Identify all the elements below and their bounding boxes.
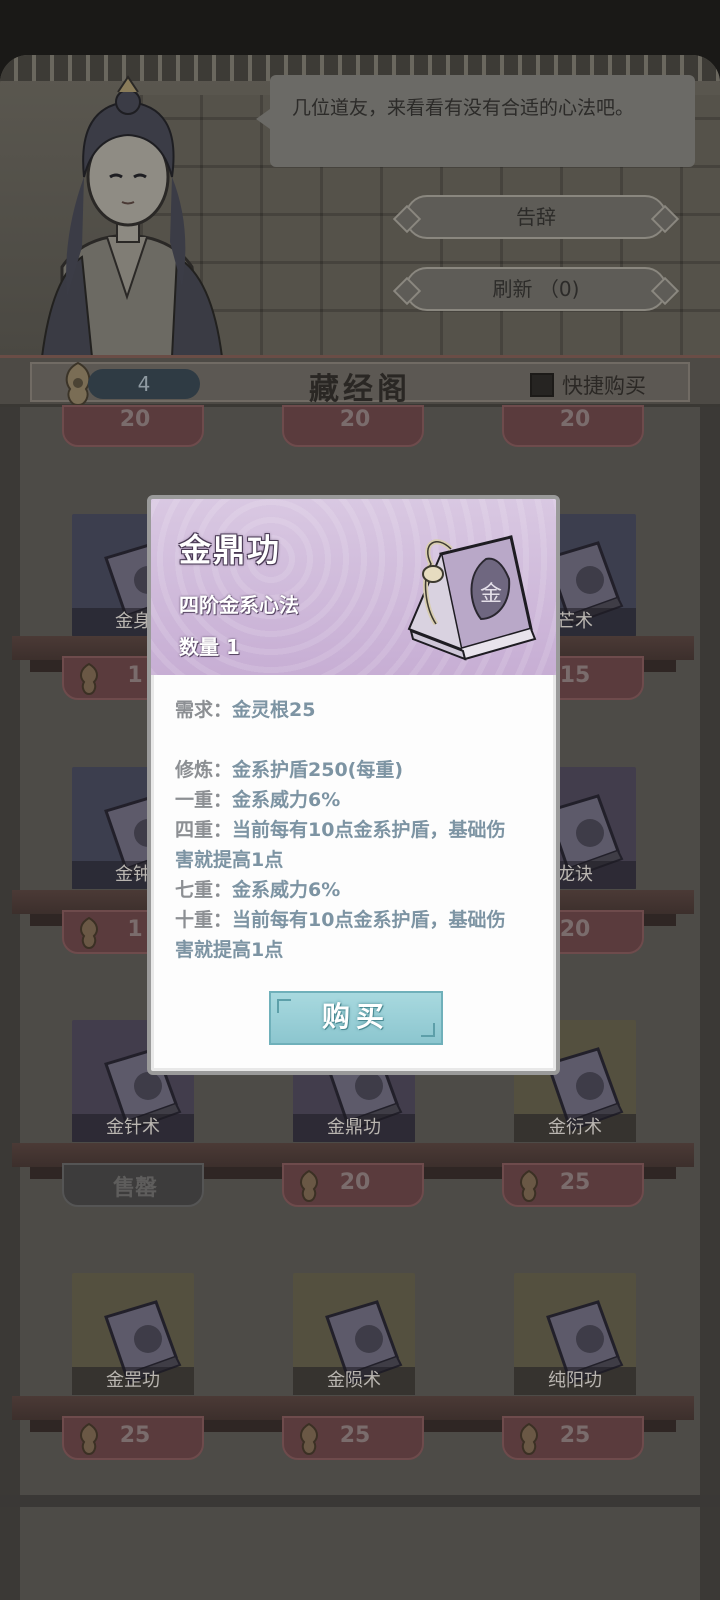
quick-buy-toggle[interactable]: 快捷购买 (530, 370, 646, 400)
price-tag[interactable]: 20 (282, 1163, 424, 1207)
book-name: 金鼎功 (293, 1114, 415, 1142)
npc-portrait (40, 75, 224, 359)
detail-line: 四重：当前每有10点金系护盾，基础伤 (175, 819, 506, 841)
leave-button[interactable]: 告辞 (405, 195, 667, 239)
book-slot[interactable]: 金罡功 (72, 1273, 194, 1395)
price-tag[interactable]: 25 (282, 1416, 424, 1460)
price-tag[interactable]: 25 (502, 1416, 644, 1460)
book-rank: 四阶金系心法 (179, 593, 299, 617)
buy-button-label: 购买 (321, 1000, 390, 1033)
quick-buy-label: 快捷购买 (562, 374, 646, 398)
book-name: 金陨术 (293, 1367, 415, 1395)
book-quantity: 数量 1 (179, 635, 240, 659)
floor-trim (0, 1495, 720, 1507)
detail-line: 一重：金系威力6% (175, 789, 341, 811)
book-name: 纯阳功 (514, 1367, 636, 1395)
refresh-button[interactable]: 刷新 （0) (405, 267, 667, 311)
book-name: 金针术 (72, 1114, 194, 1142)
book-details: 需求：金灵根25 修炼：金系护盾250(每重) 一重：金系威力6% 四重：当前每… (175, 695, 535, 965)
price-tag[interactable]: 20 (62, 405, 204, 447)
book-detail-modal: 金鼎功 四阶金系心法 数量 1 金 需求：金灵根25 修炼：金系护盾250(每重… (147, 495, 560, 1075)
price-tag[interactable]: 20 (502, 405, 644, 447)
detail-line: 七重：金系威力6% (175, 879, 341, 901)
price-tag[interactable]: 20 (282, 405, 424, 447)
buy-button[interactable]: 购买 (269, 991, 443, 1045)
npc-scene: 几位道友，来看看有没有合适的心法吧。 告辞 刷新 （0) (0, 55, 720, 360)
modal-header: 金鼎功 四阶金系心法 数量 1 金 (151, 499, 556, 675)
detail-line: 需求：金灵根25 (175, 699, 316, 721)
pavilion-title-bar: 4 藏经阁 快捷购买 (0, 355, 720, 407)
book-slot[interactable]: 金陨术 (293, 1273, 415, 1395)
price-tag[interactable]: 25 (62, 1416, 204, 1460)
detail-line: 十重：当前每有10点金系护盾，基础伤 (175, 909, 506, 931)
price-tag[interactable]: 25 (502, 1163, 644, 1207)
book-glyph: 金 (480, 582, 502, 607)
detail-line: 修炼：金系护盾250(每重) (175, 759, 404, 781)
book-icon: 金 (407, 535, 537, 661)
book-slot[interactable]: 纯阳功 (514, 1273, 636, 1395)
book-title: 金鼎功 (179, 531, 282, 569)
book-name: 金衍术 (514, 1114, 636, 1142)
detail-line: 害就提高1点 (175, 849, 284, 871)
npc-dialogue: 几位道友，来看看有没有合适的心法吧。 (256, 75, 695, 167)
quick-buy-checkbox[interactable] (530, 373, 554, 397)
detail-line: 害就提高1点 (175, 939, 284, 961)
sold-out-tag: 售罄 (62, 1163, 204, 1207)
book-name: 金罡功 (72, 1367, 194, 1395)
